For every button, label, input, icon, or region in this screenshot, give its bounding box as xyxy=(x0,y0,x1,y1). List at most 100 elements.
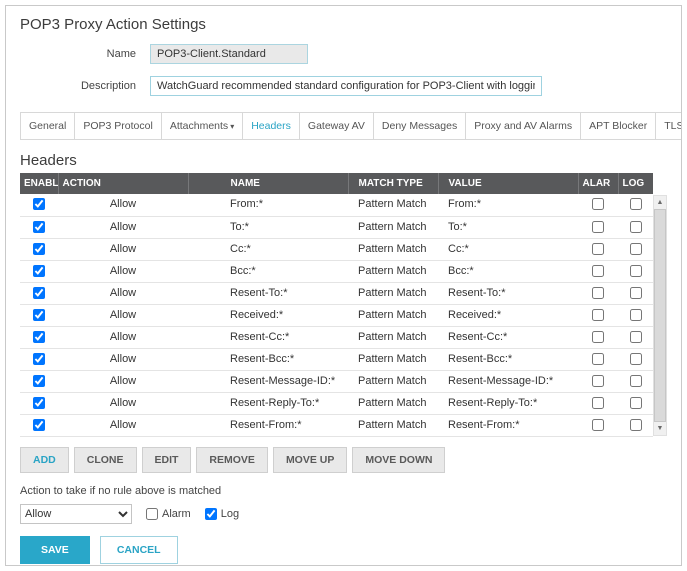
footer-alarm-checkbox[interactable] xyxy=(146,508,158,520)
alarm-checkbox[interactable] xyxy=(592,375,604,387)
row-action: Allow xyxy=(58,282,188,304)
alarm-checkbox[interactable] xyxy=(592,353,604,365)
enable-checkbox[interactable] xyxy=(33,397,45,409)
alarm-checkbox[interactable] xyxy=(592,419,604,431)
move-down-button[interactable]: MOVE DOWN xyxy=(352,447,445,473)
log-checkbox-group: Log xyxy=(205,508,239,520)
tab-tls[interactable]: TLS xyxy=(655,112,682,140)
table-row[interactable]: Allow Resent-To:* Pattern Match Resent-T… xyxy=(20,282,653,304)
log-checkbox[interactable] xyxy=(630,198,642,210)
alarm-checkbox[interactable] xyxy=(592,309,604,321)
row-value: Cc:* xyxy=(438,238,578,260)
row-name: Received:* xyxy=(188,304,348,326)
row-action: Allow xyxy=(58,304,188,326)
table-row[interactable]: Allow Cc:* Pattern Match Cc:* xyxy=(20,238,653,260)
table-scrollbar[interactable]: ▲ ▼ xyxy=(653,195,667,436)
scroll-down-icon[interactable]: ▼ xyxy=(654,422,666,435)
table-row[interactable]: Allow Resent-Message-ID:* Pattern Match … xyxy=(20,370,653,392)
log-checkbox[interactable] xyxy=(630,265,642,277)
log-checkbox[interactable] xyxy=(630,287,642,299)
log-checkbox[interactable] xyxy=(630,221,642,233)
alarm-checkbox[interactable] xyxy=(592,287,604,299)
log-checkbox[interactable] xyxy=(630,375,642,387)
table-toolbar: ADD CLONE EDIT REMOVE MOVE UP MOVE DOWN xyxy=(20,447,667,473)
clone-button[interactable]: CLONE xyxy=(74,447,137,473)
row-action: Allow xyxy=(58,392,188,414)
table-row[interactable]: Allow Resent-Cc:* Pattern Match Resent-C… xyxy=(20,326,653,348)
row-value: Resent-Cc:* xyxy=(438,326,578,348)
table-row[interactable]: Allow Resent-Reply-To:* Pattern Match Re… xyxy=(20,392,653,414)
row-value: Resent-To:* xyxy=(438,282,578,304)
save-cancel-row: SAVE CANCEL xyxy=(20,536,667,564)
footer-alarm-label: Alarm xyxy=(162,508,191,520)
enable-checkbox[interactable] xyxy=(33,198,45,210)
tab-proxy-and-av-alarms[interactable]: Proxy and AV Alarms xyxy=(465,112,581,140)
table-row[interactable]: Allow Resent-Bcc:* Pattern Match Resent-… xyxy=(20,348,653,370)
enable-checkbox[interactable] xyxy=(33,331,45,343)
row-action: Allow xyxy=(58,414,188,436)
enable-checkbox[interactable] xyxy=(33,287,45,299)
enable-checkbox[interactable] xyxy=(33,243,45,255)
table-row[interactable]: Allow To:* Pattern Match To:* xyxy=(20,216,653,238)
table-row[interactable]: Allow From:* Pattern Match From:* xyxy=(20,194,653,216)
alarm-checkbox[interactable] xyxy=(592,331,604,343)
tab-general[interactable]: General xyxy=(20,112,75,140)
table-row[interactable]: Allow Bcc:* Pattern Match Bcc:* xyxy=(20,260,653,282)
description-label: Description xyxy=(20,80,150,92)
default-action-controls: Allow Alarm Log xyxy=(20,504,667,524)
tab-pop3-protocol[interactable]: POP3 Protocol xyxy=(74,112,161,140)
row-value: Received:* xyxy=(438,304,578,326)
enable-checkbox[interactable] xyxy=(33,419,45,431)
row-match-type: Pattern Match xyxy=(348,348,438,370)
alarm-checkbox[interactable] xyxy=(592,397,604,409)
row-action: Allow xyxy=(58,194,188,216)
col-header-enabled: ENABL xyxy=(20,173,58,194)
row-value: Bcc:* xyxy=(438,260,578,282)
row-match-type: Pattern Match xyxy=(348,304,438,326)
col-header-name: NAME xyxy=(188,173,348,194)
default-action-select[interactable]: Allow xyxy=(20,504,132,524)
alarm-checkbox[interactable] xyxy=(592,198,604,210)
tab-attachments[interactable]: Attachments▾ xyxy=(161,112,243,140)
tab-deny-messages[interactable]: Deny Messages xyxy=(373,112,466,140)
footer-log-checkbox[interactable] xyxy=(205,508,217,520)
alarm-checkbox[interactable] xyxy=(592,243,604,255)
alarm-checkbox[interactable] xyxy=(592,265,604,277)
description-input[interactable] xyxy=(150,76,542,96)
row-value: Resent-Message-ID:* xyxy=(438,370,578,392)
enable-checkbox[interactable] xyxy=(33,221,45,233)
name-input[interactable] xyxy=(150,44,308,64)
log-checkbox[interactable] xyxy=(630,397,642,409)
log-checkbox[interactable] xyxy=(630,419,642,431)
alarm-checkbox[interactable] xyxy=(592,221,604,233)
table-row[interactable]: Allow Received:* Pattern Match Received:… xyxy=(20,304,653,326)
save-button[interactable]: SAVE xyxy=(20,536,90,564)
remove-button[interactable]: REMOVE xyxy=(196,447,268,473)
scroll-up-icon[interactable]: ▲ xyxy=(654,196,666,209)
enable-checkbox[interactable] xyxy=(33,353,45,365)
enable-checkbox[interactable] xyxy=(33,265,45,277)
cancel-button[interactable]: CANCEL xyxy=(100,536,178,564)
tab-headers[interactable]: Headers xyxy=(242,112,300,140)
row-action: Allow xyxy=(58,216,188,238)
log-checkbox[interactable] xyxy=(630,309,642,321)
row-match-type: Pattern Match xyxy=(348,370,438,392)
table-header-row: ENABL ACTION NAME MATCH TYPE VALUE ALAR … xyxy=(20,173,653,194)
pop3-proxy-action-settings-panel: POP3 Proxy Action Settings Name Descript… xyxy=(5,5,682,566)
edit-button[interactable]: EDIT xyxy=(142,447,192,473)
enable-checkbox[interactable] xyxy=(33,375,45,387)
scrollbar-thumb[interactable] xyxy=(654,209,666,422)
tab-gateway-av[interactable]: Gateway AV xyxy=(299,112,374,140)
log-checkbox[interactable] xyxy=(630,243,642,255)
log-checkbox[interactable] xyxy=(630,353,642,365)
row-match-type: Pattern Match xyxy=(348,238,438,260)
row-value: Resent-Reply-To:* xyxy=(438,392,578,414)
tab-apt-blocker[interactable]: APT Blocker xyxy=(580,112,656,140)
col-header-log: LOG xyxy=(618,173,653,194)
enable-checkbox[interactable] xyxy=(33,309,45,321)
footer-log-label: Log xyxy=(221,508,239,520)
add-button[interactable]: ADD xyxy=(20,447,69,473)
move-up-button[interactable]: MOVE UP xyxy=(273,447,347,473)
log-checkbox[interactable] xyxy=(630,331,642,343)
table-row[interactable]: Allow Resent-From:* Pattern Match Resent… xyxy=(20,414,653,436)
